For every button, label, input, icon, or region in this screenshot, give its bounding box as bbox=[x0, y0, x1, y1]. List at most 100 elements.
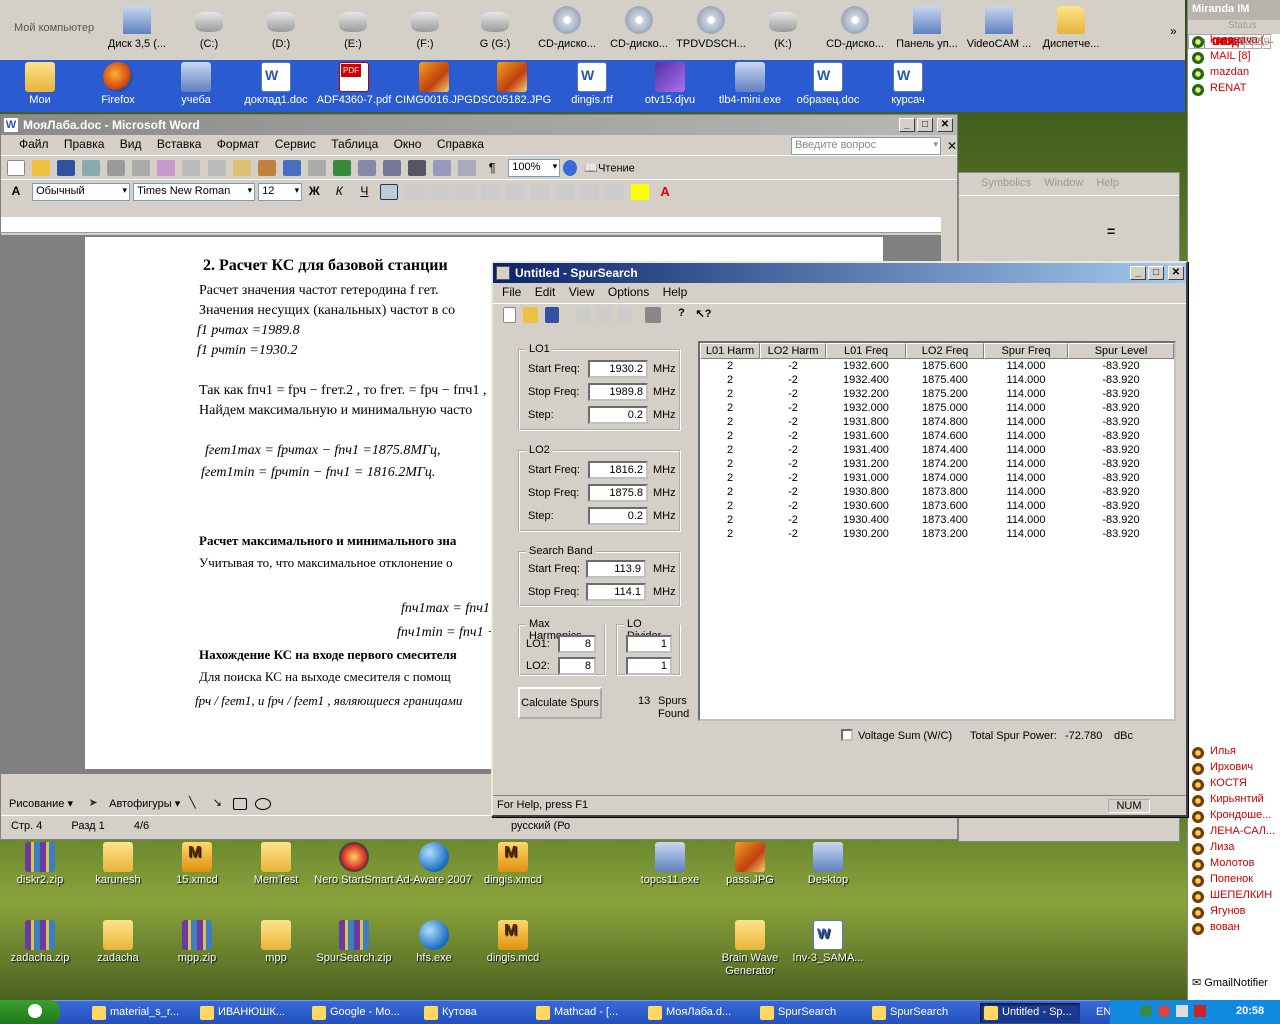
table-row[interactable]: 2 -2 1931.200 1874.200 114.000 -83.920 bbox=[700, 457, 1174, 471]
quick-item-doklad[interactable]: доклад1.doc bbox=[236, 62, 316, 107]
lo2-step-input[interactable]: 0.2 bbox=[588, 507, 648, 525]
contact-item[interactable]: Молотов bbox=[1188, 857, 1280, 873]
desktop-icon[interactable]: Inv-3_SAMA... bbox=[788, 920, 868, 965]
maximize-button[interactable]: □ bbox=[917, 118, 933, 132]
menu-view[interactable]: Вид bbox=[120, 137, 142, 151]
italic-icon[interactable]: К bbox=[330, 184, 348, 200]
task-button[interactable]: Google - Mo... bbox=[308, 1003, 408, 1023]
clock[interactable]: 20:58 bbox=[1236, 1005, 1264, 1017]
drive-c[interactable]: (C:) bbox=[172, 6, 246, 50]
desktop-icon[interactable]: 15.xmcd bbox=[157, 842, 237, 887]
drive-k[interactable]: (K:) bbox=[746, 6, 820, 50]
menu-window[interactable]: Окно bbox=[394, 137, 422, 151]
arrow-icon[interactable]: ↘ bbox=[208, 796, 226, 812]
miranda-status[interactable]: Status bbox=[1188, 20, 1280, 34]
save-icon[interactable] bbox=[57, 160, 76, 176]
task-button[interactable]: ИВАНЮШК... bbox=[196, 1003, 296, 1023]
minimize-button[interactable]: _ bbox=[1130, 266, 1146, 280]
harm-lo1-input[interactable]: 8 bbox=[558, 635, 596, 653]
desktop-icon[interactable]: pass.JPG bbox=[710, 842, 790, 887]
table-row[interactable]: 2 -2 1931.400 1874.400 114.000 -83.920 bbox=[700, 443, 1174, 457]
drive-f[interactable]: (F:) bbox=[388, 6, 462, 50]
divider-lo1-input[interactable]: 1 bbox=[626, 635, 672, 653]
table-row[interactable]: 2 -2 1931.600 1874.600 114.000 -83.920 bbox=[700, 429, 1174, 443]
drawing-menu[interactable]: Рисование ▾ bbox=[9, 798, 73, 810]
paste-icon[interactable] bbox=[232, 160, 251, 176]
task-button[interactable]: Mathcad - [... bbox=[532, 1003, 632, 1023]
cut-icon[interactable] bbox=[182, 160, 201, 176]
table-row[interactable]: 2 -2 1930.200 1873.200 114.000 -83.920 bbox=[700, 527, 1174, 541]
desktop-icon[interactable]: SpurSearch.zip bbox=[314, 920, 394, 965]
size-select[interactable]: 12 bbox=[258, 183, 303, 201]
contact-item[interactable]: kanagava (... bbox=[1188, 34, 1280, 50]
quick-item-djvu[interactable]: otv15.djvu bbox=[630, 62, 710, 107]
task-button[interactable]: МояЛаба.d... bbox=[644, 1003, 744, 1023]
desktop-icon[interactable]: dingis.xmcd bbox=[473, 842, 553, 887]
divider-lo2-input[interactable]: 1 bbox=[626, 657, 672, 675]
styles-icon[interactable]: A bbox=[7, 184, 25, 200]
hyperlink-icon[interactable] bbox=[332, 160, 351, 176]
autoshapes-menu[interactable]: Автофигуры ▾ bbox=[109, 798, 180, 810]
excel-icon[interactable] bbox=[382, 160, 401, 176]
underline-icon[interactable]: Ч bbox=[355, 184, 373, 200]
contact-item[interactable]: Илья bbox=[1188, 745, 1280, 761]
desktop-icon[interactable]: Desktop bbox=[788, 842, 868, 887]
undo-icon[interactable] bbox=[282, 160, 301, 176]
col-lo1-freq[interactable]: L01 Freq bbox=[826, 343, 906, 359]
desktop-icon[interactable]: Ad-Aware 2007 bbox=[394, 842, 474, 887]
col-lo1-harm[interactable]: L01 Harm bbox=[700, 343, 760, 359]
save-icon[interactable] bbox=[545, 307, 560, 323]
table-row[interactable]: 2 -2 1930.600 1873.600 114.000 -83.920 bbox=[700, 499, 1174, 513]
desktop-icon[interactable]: topcs11.exe bbox=[630, 842, 710, 887]
desktop-icon[interactable]: mpp.zip bbox=[157, 920, 237, 965]
close-doc-icon[interactable]: ✕ bbox=[947, 139, 957, 153]
spelling-icon[interactable] bbox=[157, 160, 176, 176]
language-indicator[interactable]: EN bbox=[1096, 1006, 1111, 1018]
minimize-button[interactable]: _ bbox=[899, 118, 915, 132]
contact-item[interactable]: Кирьянтий bbox=[1188, 793, 1280, 809]
contact-item[interactable]: MAIL [8] bbox=[1188, 50, 1280, 66]
desktop-icon[interactable]: zadacha.zip bbox=[0, 920, 80, 965]
quick-item-pdf[interactable]: ADF4360-7.pdf bbox=[314, 62, 394, 107]
menu-options[interactable]: Options bbox=[608, 285, 649, 299]
table-row[interactable]: 2 -2 1932.400 1875.400 114.000 -83.920 bbox=[700, 373, 1174, 387]
drive-floppy[interactable]: Диск 3,5 (... bbox=[100, 6, 174, 50]
table-row[interactable]: 2 -2 1932.600 1875.600 114.000 -83.920 bbox=[700, 359, 1174, 373]
menu-format[interactable]: Формат bbox=[217, 137, 260, 151]
quick-item-study[interactable]: учеба bbox=[156, 62, 236, 107]
align-right-icon[interactable] bbox=[430, 184, 449, 200]
contact-item[interactable]: Лиза bbox=[1188, 841, 1280, 857]
task-button[interactable]: Кутова bbox=[420, 1003, 520, 1023]
quick-item-dsc[interactable]: DSC05182.JPG bbox=[472, 62, 552, 107]
band-start-input[interactable]: 113.9 bbox=[586, 560, 646, 578]
indent-icon[interactable] bbox=[580, 184, 599, 200]
zoom-select[interactable]: 100% bbox=[508, 159, 561, 177]
calculate-spurs-button[interactable]: Calculate Spurs bbox=[518, 687, 602, 719]
desktop-icon[interactable]: diskr2.zip bbox=[0, 842, 80, 887]
ruler[interactable] bbox=[1, 217, 941, 233]
table-icon[interactable] bbox=[357, 160, 376, 176]
task-button[interactable]: SpurSearch bbox=[868, 1003, 968, 1023]
tray-icon[interactable] bbox=[1176, 1005, 1188, 1017]
table-row[interactable]: 2 -2 1932.000 1875.000 114.000 -83.920 bbox=[700, 401, 1174, 415]
menu-file[interactable]: Файл bbox=[19, 137, 49, 151]
lo1-step-input[interactable]: 0.2 bbox=[588, 406, 648, 424]
open-icon[interactable] bbox=[32, 160, 51, 176]
menu-view[interactable]: View bbox=[569, 285, 595, 299]
close-button[interactable]: ✕ bbox=[937, 118, 953, 132]
lo1-stop-input[interactable]: 1989.8 bbox=[588, 383, 648, 401]
menu-insert[interactable]: Вставка bbox=[157, 137, 202, 151]
format-painter-icon[interactable] bbox=[257, 160, 276, 176]
drive-cd3[interactable]: CD-диско... bbox=[818, 6, 892, 50]
lo2-start-input[interactable]: 1816.2 bbox=[588, 461, 648, 479]
start-button[interactable] bbox=[0, 1000, 60, 1024]
new-icon[interactable] bbox=[503, 307, 516, 323]
col-spur-level[interactable]: Spur Level bbox=[1068, 343, 1174, 359]
context-help-icon[interactable]: ↖? bbox=[696, 307, 712, 323]
numbering-icon[interactable] bbox=[505, 184, 524, 200]
task-button[interactable]: material_s_r... bbox=[88, 1003, 188, 1023]
menu-edit[interactable]: Edit bbox=[535, 285, 556, 299]
style-select[interactable]: Обычный bbox=[32, 183, 131, 201]
desktop-icon[interactable]: Nero StartSmart bbox=[314, 842, 394, 887]
menu-edit[interactable]: Правка bbox=[64, 137, 105, 151]
